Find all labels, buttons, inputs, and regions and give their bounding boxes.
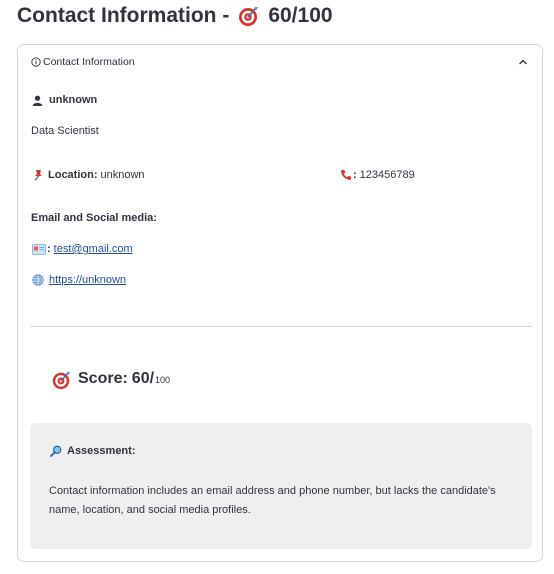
assessment-box: Assessment: Contact information includes… [30, 423, 532, 549]
info-icon [31, 57, 41, 67]
location-value: unknown [100, 169, 145, 181]
phone-icon [340, 170, 351, 181]
phone-row: : 123456789 [340, 169, 415, 181]
website-row: https://unknown [32, 274, 126, 286]
globe-icon [32, 274, 44, 286]
email-social-heading: Email and Social media: [31, 212, 157, 224]
score-max: 100 [155, 375, 171, 385]
candidate-name-row: unknown [32, 94, 97, 106]
pushpin-icon [34, 170, 42, 181]
email-link[interactable]: test@gmail.com [54, 243, 133, 255]
assessment-text: Contact information includes an email ad… [49, 485, 496, 516]
score-value: 60/ [131, 370, 155, 387]
candidate-role: Data Scientist [31, 125, 99, 137]
expander-header[interactable]: Contact Information [18, 45, 542, 79]
phone-value: 123456789 [359, 169, 415, 181]
score-line: Score: 60/ 100 [51, 370, 170, 390]
candidate-name: unknown [49, 94, 98, 106]
score-label: Score: [78, 370, 128, 387]
person-icon [32, 95, 43, 106]
website-link[interactable]: https://unknown [49, 274, 126, 286]
page-title-text: Contact Information - [17, 4, 230, 27]
target-icon [239, 7, 259, 26]
candidate-role-row: Data Scientist [31, 125, 99, 137]
chevron-up-icon[interactable] [518, 57, 528, 67]
page: Contact Information - 60/100 Contact Inf… [0, 0, 554, 574]
assessment-title: Assessment: [50, 445, 135, 457]
section-divider [30, 326, 532, 327]
assessment-title-text: Assessment: [67, 445, 136, 457]
phone-separator: : [353, 169, 357, 181]
email-social-heading-text: Email and Social media: [31, 212, 157, 224]
email-separator: : [47, 243, 51, 255]
page-title-score: 60/100 [268, 4, 333, 27]
email-row: : test@gmail.com [32, 243, 133, 255]
expander-header-label: Contact Information [43, 56, 135, 68]
contact-info-expander: Contact Information unknown Data Scienti… [17, 44, 543, 562]
target-icon [52, 371, 71, 390]
page-title: Contact Information - 60/100 [17, 4, 333, 28]
location-label: Location: [48, 169, 98, 181]
magnifier-icon [50, 445, 62, 457]
location-row: Location: unknown [32, 169, 145, 181]
email-icon [32, 243, 46, 255]
